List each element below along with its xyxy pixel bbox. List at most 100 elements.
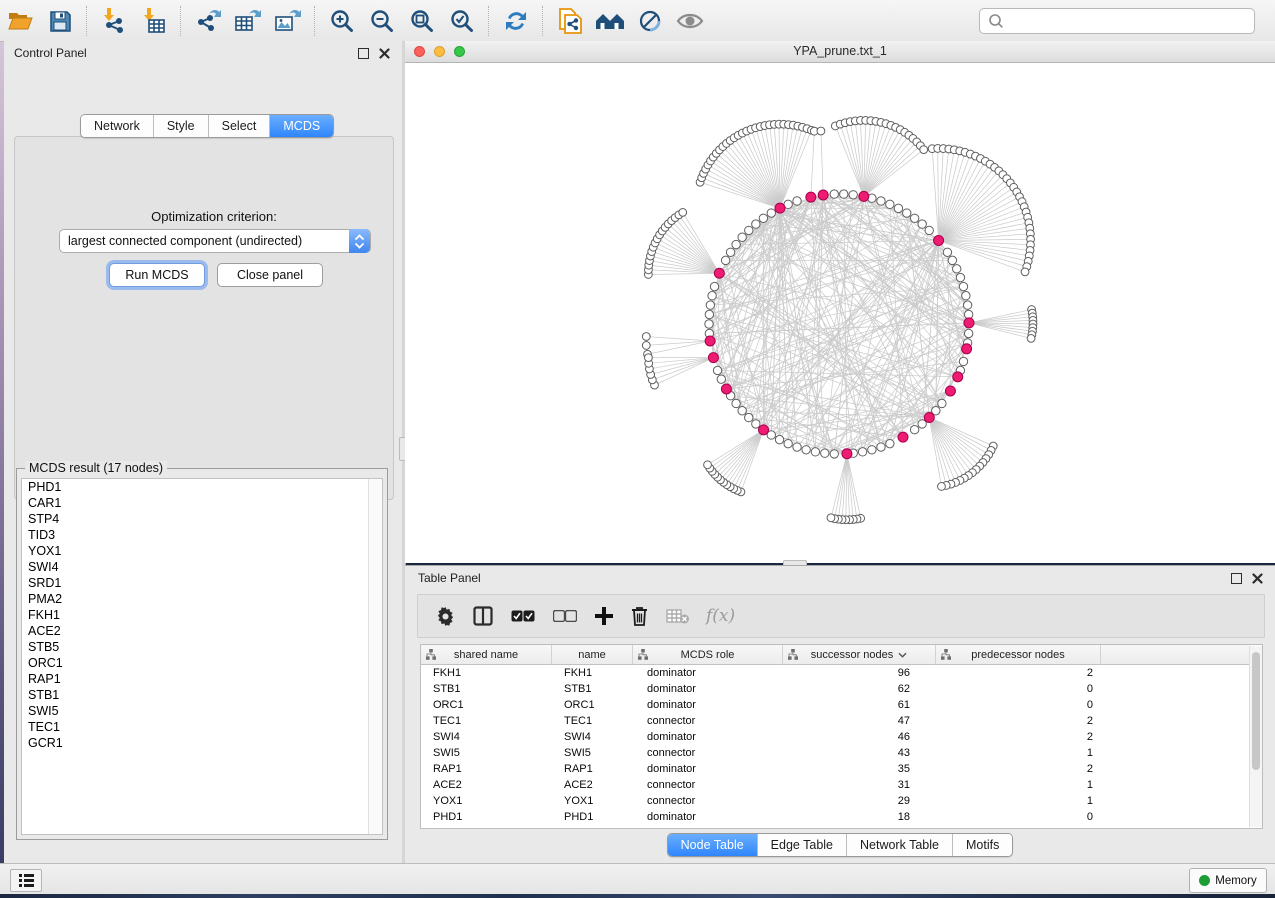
unselect-all-columns-icon[interactable]	[553, 610, 577, 622]
network-node[interactable]	[956, 273, 964, 281]
table-cell[interactable]: ORC1	[421, 697, 552, 713]
table-cell[interactable]: 0	[936, 697, 1101, 713]
network-node[interactable]	[793, 443, 801, 451]
network-node[interactable]	[732, 240, 740, 248]
mcds-result-list[interactable]: PHD1CAR1STP4TID3YOX1SWI4SRD1PMA2FKH1ACE2…	[21, 478, 383, 835]
mcds-result-item[interactable]: PHD1	[22, 479, 382, 495]
network-node[interactable]	[793, 197, 801, 205]
table-cell[interactable]: 2	[936, 665, 1101, 681]
mcds-result-item[interactable]: ORC1	[22, 655, 382, 671]
table-cell[interactable]: 35	[783, 761, 936, 777]
network-node[interactable]	[802, 446, 810, 454]
table-cell[interactable]: YOX1	[421, 793, 552, 809]
network-node[interactable]	[849, 191, 857, 199]
zoom-selected-icon[interactable]	[445, 5, 479, 37]
tab-select[interactable]: Select	[209, 115, 271, 137]
network-node[interactable]	[705, 336, 715, 346]
network-node[interactable]	[752, 420, 760, 428]
network-node[interactable]	[943, 248, 951, 256]
network-node[interactable]	[877, 443, 885, 451]
table-row[interactable]: SWI5SWI5connector431	[421, 745, 1262, 761]
tab-mcds[interactable]: MCDS	[270, 115, 333, 137]
network-node[interactable]	[894, 204, 902, 212]
table-cell[interactable]: 2	[936, 729, 1101, 745]
table-cell[interactable]: FKH1	[421, 665, 552, 681]
network-node[interactable]	[858, 448, 866, 456]
table-cell[interactable]: dominator	[633, 761, 783, 777]
network-node[interactable]	[898, 432, 908, 442]
gear-icon[interactable]	[436, 607, 455, 626]
table-cell[interactable]: YOX1	[552, 793, 633, 809]
table-cell[interactable]: dominator	[633, 665, 783, 681]
table-row[interactable]: ORC1ORC1dominator610	[421, 697, 1262, 713]
search-input[interactable]	[1008, 10, 1254, 32]
import-table-icon[interactable]	[137, 5, 171, 37]
table-cell[interactable]: 31	[783, 777, 936, 793]
network-node[interactable]	[738, 407, 746, 415]
network-node[interactable]	[953, 265, 961, 273]
network-node[interactable]	[717, 375, 725, 383]
table-cell[interactable]: 96	[783, 665, 936, 681]
network-node[interactable]	[924, 413, 934, 423]
tab-node-table[interactable]: Node Table	[668, 834, 758, 856]
network-node[interactable]	[938, 483, 946, 491]
table-cell[interactable]: 18	[783, 809, 936, 825]
table-cell[interactable]: dominator	[633, 809, 783, 825]
table-cell[interactable]: 46	[783, 729, 936, 745]
refresh-icon[interactable]	[499, 5, 533, 37]
network-node[interactable]	[886, 439, 894, 447]
table-row[interactable]: SWI4SWI4dominator462	[421, 729, 1262, 745]
table-cell[interactable]: SWI4	[421, 729, 552, 745]
table-cell[interactable]: RAP1	[552, 761, 633, 777]
network-node[interactable]	[920, 146, 928, 154]
table-cell[interactable]: FKH1	[552, 665, 633, 681]
table-cell[interactable]: ACE2	[421, 777, 552, 793]
vizmapper-icon[interactable]	[633, 5, 667, 37]
mcds-result-item[interactable]: RAP1	[22, 671, 382, 687]
table-row[interactable]: RAP1RAP1dominator352	[421, 761, 1262, 777]
table-cell[interactable]: 2	[936, 761, 1101, 777]
network-node[interactable]	[877, 197, 885, 205]
export-table-icon[interactable]	[231, 5, 265, 37]
network-node[interactable]	[934, 235, 944, 245]
network-node[interactable]	[714, 268, 724, 278]
table-scrollbar-thumb[interactable]	[1252, 652, 1260, 770]
table-cell[interactable]: 47	[783, 713, 936, 729]
mcds-result-item[interactable]: ACE2	[22, 623, 382, 639]
network-node[interactable]	[767, 209, 775, 217]
network-node[interactable]	[710, 282, 718, 290]
select-all-columns-icon[interactable]	[511, 610, 535, 622]
clone-network-icon[interactable]	[553, 5, 587, 37]
network-node[interactable]	[910, 426, 918, 434]
mcds-result-scrollbar[interactable]	[368, 479, 382, 834]
network-node[interactable]	[1021, 268, 1029, 276]
table-cell[interactable]: 0	[936, 809, 1101, 825]
column-header-shared-name[interactable]: shared name	[421, 645, 552, 665]
network-node[interactable]	[818, 190, 828, 200]
table-cell[interactable]: 0	[936, 681, 1101, 697]
table-cell[interactable]: 43	[783, 745, 936, 761]
network-node[interactable]	[953, 372, 963, 382]
column-header-predecessor-nodes[interactable]: predecessor nodes	[936, 645, 1101, 665]
network-node[interactable]	[708, 353, 718, 363]
close-panel-button[interactable]: Close panel	[217, 263, 323, 287]
column-header-MCDS-role[interactable]: MCDS role	[633, 645, 783, 665]
import-network-icon[interactable]	[97, 5, 131, 37]
table-cell[interactable]: SWI5	[421, 745, 552, 761]
network-node[interactable]	[840, 190, 848, 198]
mcds-result-item[interactable]: SWI4	[22, 559, 382, 575]
eye-icon[interactable]	[673, 5, 707, 37]
table-cell[interactable]: dominator	[633, 729, 783, 745]
table-cell[interactable]: SWI5	[552, 745, 633, 761]
network-node[interactable]	[706, 301, 714, 309]
table-cell[interactable]: dominator	[633, 697, 783, 713]
houses-icon[interactable]	[593, 5, 627, 37]
network-node[interactable]	[745, 226, 753, 234]
mcds-result-item[interactable]: STP4	[22, 511, 382, 527]
table-cell[interactable]: STB1	[552, 681, 633, 697]
network-node[interactable]	[868, 446, 876, 454]
network-node[interactable]	[738, 233, 746, 241]
export-image-icon[interactable]	[271, 5, 305, 37]
table-cell[interactable]: 1	[936, 793, 1101, 809]
tab-network[interactable]: Network	[81, 115, 154, 137]
